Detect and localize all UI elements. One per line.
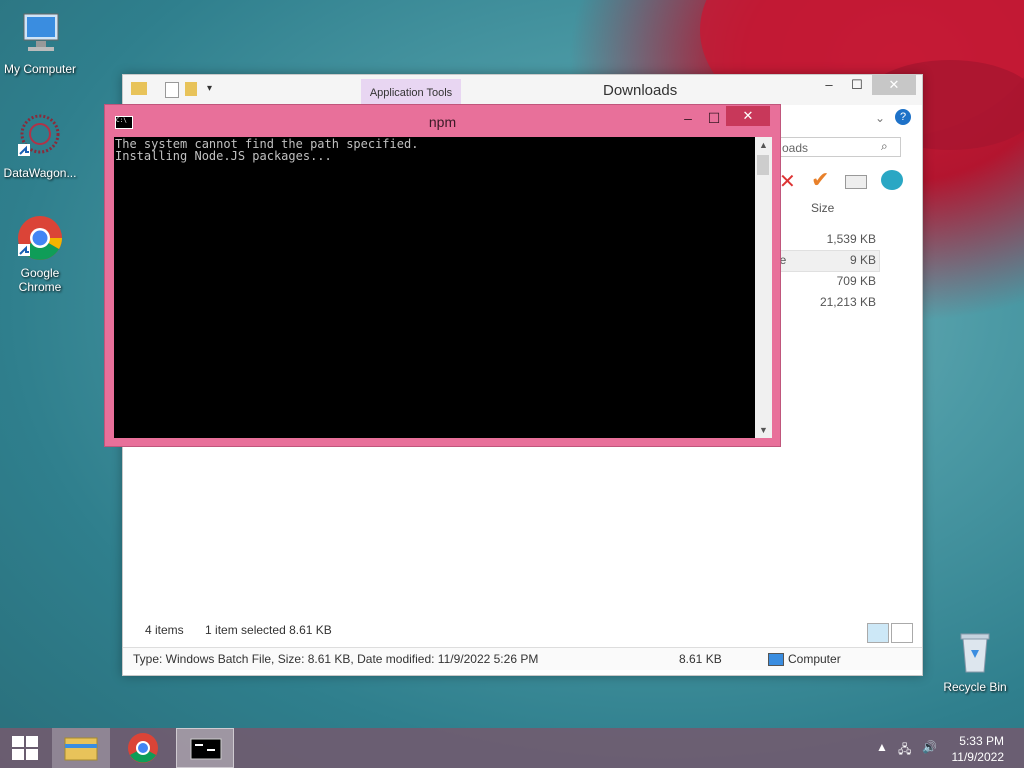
scrollbar-thumb[interactable]	[757, 155, 769, 175]
datawagon-icon	[16, 114, 64, 162]
item-count: 4 items	[145, 623, 184, 637]
customize-quick-access-icon[interactable]: ▾	[207, 83, 212, 94]
column-header-size[interactable]: Size	[811, 201, 834, 215]
computer-icon	[16, 10, 64, 58]
rename-icon[interactable]	[845, 175, 867, 189]
desktop-icon-label: My Computer	[3, 62, 77, 76]
status-bar: 4 items 1 item selected 8.61 KB	[145, 623, 332, 637]
taskbar-file-explorer[interactable]	[52, 728, 110, 768]
vertical-scrollbar[interactable]: ▲ ▼	[755, 137, 772, 438]
folder-icon	[131, 82, 147, 95]
minimize-button[interactable]: –	[815, 75, 843, 95]
selection-info: 1 item selected 8.61 KB	[205, 623, 332, 637]
taskbar: ▲ 🖧 🔊 5:33 PM 11/9/2022	[0, 728, 1024, 768]
close-button[interactable]: ✕	[872, 75, 916, 95]
search-icon: ⌕	[881, 139, 888, 153]
clock-time: 5:33 PM	[959, 734, 1004, 748]
recycle-bin-icon	[951, 628, 999, 676]
desktop-icon-chrome[interactable]: Google Chrome	[0, 214, 80, 294]
file-size[interactable]: 1,539 KB	[827, 232, 876, 246]
checkmark-icon[interactable]: ✔	[811, 167, 829, 193]
cmd-title-bar[interactable]: C:\ npm – ☐ ✕	[105, 105, 780, 135]
chrome-icon	[128, 733, 158, 763]
taskbar-command-prompt[interactable]	[176, 728, 234, 768]
scroll-down-icon[interactable]: ▼	[755, 422, 772, 438]
file-explorer-icon	[64, 737, 98, 761]
close-button[interactable]: ✕	[726, 106, 770, 126]
ribbon-tab-application-tools[interactable]: Application Tools	[361, 79, 461, 105]
volume-icon[interactable]: 🔊	[922, 740, 937, 754]
file-size[interactable]: 709 KB	[837, 274, 876, 288]
desktop-icon-my-computer[interactable]: My Computer	[0, 10, 80, 76]
maximize-button[interactable]: ☐	[843, 75, 871, 95]
computer-icon	[768, 653, 784, 666]
desktop-icon-label: DataWagon...	[3, 166, 77, 180]
chrome-icon	[16, 214, 64, 262]
show-hidden-icons-icon[interactable]: ▲	[876, 740, 888, 754]
details-pane: Type: Windows Batch File, Size: 8.61 KB,…	[123, 647, 922, 670]
file-size[interactable]: 9 KB	[850, 253, 876, 267]
cmd-icon	[190, 738, 222, 760]
expand-ribbon-icon[interactable]: ⌄	[875, 111, 885, 125]
file-size[interactable]: 21,213 KB	[820, 295, 876, 309]
clock[interactable]: 5:33 PM 11/9/2022	[952, 733, 1005, 765]
minimize-button[interactable]: –	[675, 109, 701, 127]
taskbar-chrome[interactable]	[114, 728, 172, 768]
maximize-button[interactable]: ☐	[701, 109, 727, 127]
file-details-location: Computer	[788, 652, 841, 666]
properties-icon[interactable]	[165, 82, 179, 98]
desktop-icon-recycle-bin[interactable]: Recycle Bin	[935, 628, 1015, 694]
command-prompt-window[interactable]: C:\ npm – ☐ ✕ The system cannot find the…	[104, 104, 781, 447]
desktop-icon-label: Google Chrome	[18, 266, 62, 294]
windows-logo-icon	[12, 736, 38, 760]
file-details: Type: Windows Batch File, Size: 8.61 KB,…	[133, 652, 539, 666]
desktop-icon-datawagon[interactable]: DataWagon...	[0, 114, 80, 180]
start-button[interactable]	[0, 728, 58, 768]
window-title: Downloads	[603, 82, 678, 99]
scroll-up-icon[interactable]: ▲	[755, 137, 772, 153]
explorer-title-bar[interactable]: ▾ Application Tools Downloads – ☐ ✕	[123, 75, 922, 105]
help-icon[interactable]: ?	[895, 109, 911, 125]
clock-date: 11/9/2022	[951, 750, 1005, 764]
network-icon[interactable]: 🖧	[898, 740, 911, 761]
shell-icon[interactable]	[881, 170, 903, 190]
details-view-icon[interactable]	[867, 623, 889, 643]
desktop-icon-label: Recycle Bin	[943, 680, 1007, 694]
file-details-size: 8.61 KB	[679, 652, 722, 666]
new-folder-icon[interactable]	[185, 82, 197, 96]
delete-icon[interactable]: ✕	[779, 169, 796, 194]
console-output[interactable]: The system cannot find the path specifie…	[114, 137, 755, 438]
large-icons-view-icon[interactable]	[891, 623, 913, 643]
